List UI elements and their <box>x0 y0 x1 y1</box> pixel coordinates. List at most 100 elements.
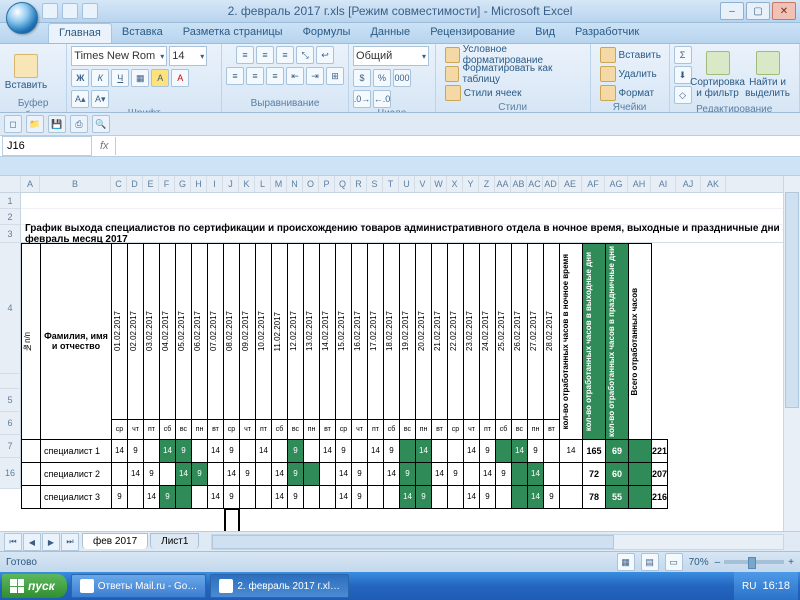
start-button[interactable]: пуск <box>2 574 67 598</box>
col-header[interactable]: AH <box>628 176 651 192</box>
decrease-decimal-button[interactable]: ←.0 <box>373 90 391 108</box>
col-header[interactable]: R <box>351 176 367 192</box>
col-header[interactable]: L <box>255 176 271 192</box>
align-center-button[interactable]: ≡ <box>246 67 264 85</box>
delete-cells-button[interactable]: Удалить <box>595 65 662 83</box>
formula-input[interactable] <box>115 137 800 155</box>
column-headers[interactable]: ABCDEFGHIJKLMNOPQRSTUVWXYZAAABACADAEAFAG… <box>0 176 800 193</box>
sheet-tab[interactable]: фев 2017 <box>82 533 148 549</box>
minimize-button[interactable]: – <box>720 2 744 20</box>
col-header[interactable]: U <box>399 176 415 192</box>
italic-button[interactable]: К <box>91 69 109 87</box>
increase-font-button[interactable]: A▴ <box>71 90 89 108</box>
name-box[interactable]: J16 <box>2 136 92 156</box>
qat-save2-icon[interactable]: 💾 <box>48 115 66 133</box>
col-header[interactable]: AE <box>559 176 582 192</box>
close-button[interactable]: ✕ <box>772 2 796 20</box>
worksheet-area[interactable]: ABCDEFGHIJKLMNOPQRSTUVWXYZAAABACADAEAFAG… <box>0 175 800 532</box>
horizontal-scrollbar[interactable] <box>211 534 784 550</box>
qat-undo-icon[interactable] <box>62 3 78 19</box>
col-header[interactable]: Z <box>479 176 495 192</box>
qat-preview-icon[interactable]: 🔍 <box>92 115 110 133</box>
col-header[interactable]: AK <box>701 176 726 192</box>
row-header[interactable]: 7 <box>0 435 21 458</box>
col-header[interactable]: AF <box>582 176 605 192</box>
increase-indent-button[interactable]: ⇥ <box>306 67 324 85</box>
percent-button[interactable]: % <box>373 69 391 87</box>
sheet-nav-last-icon[interactable]: ⏭ <box>61 533 79 551</box>
col-header[interactable]: E <box>143 176 159 192</box>
find-select-button[interactable]: Найти и выделить <box>744 50 792 100</box>
col-header[interactable]: AB <box>511 176 527 192</box>
align-right-button[interactable]: ≡ <box>266 67 284 85</box>
view-layout-icon[interactable]: ▤ <box>641 553 659 571</box>
insert-cells-button[interactable]: Вставить <box>595 46 666 64</box>
col-header[interactable]: O <box>303 176 319 192</box>
fx-label[interactable]: fx <box>94 140 115 152</box>
col-header[interactable]: N <box>287 176 303 192</box>
row-header[interactable]: 4 <box>0 243 21 374</box>
tray-clock[interactable]: 16:18 <box>762 580 790 592</box>
sheet-nav-first-icon[interactable]: ⏮ <box>4 533 22 551</box>
fill-color-button[interactable]: A <box>151 69 169 87</box>
col-header[interactable]: K <box>239 176 255 192</box>
autosum-button[interactable]: Σ <box>674 46 692 64</box>
qat-new-icon[interactable]: ◻ <box>4 115 22 133</box>
col-header[interactable]: I <box>207 176 223 192</box>
sheet-nav[interactable]: ⏮ ◀ ▶ ⏭ <box>4 533 80 551</box>
decrease-indent-button[interactable]: ⇤ <box>286 67 304 85</box>
col-header[interactable]: D <box>127 176 143 192</box>
qat-open-icon[interactable]: 📁 <box>26 115 44 133</box>
tray-lang[interactable]: RU <box>742 581 756 592</box>
increase-decimal-button[interactable]: .0→ <box>353 90 371 108</box>
col-header[interactable]: P <box>319 176 335 192</box>
row-header[interactable]: 5 <box>0 389 21 412</box>
col-header[interactable]: C <box>111 176 127 192</box>
tab-Разметка страницы[interactable]: Разметка страницы <box>173 23 293 43</box>
align-middle-button[interactable]: ≡ <box>256 46 274 64</box>
maximize-button[interactable]: ▢ <box>746 2 770 20</box>
col-header[interactable]: B <box>40 176 111 192</box>
tab-Рецензирование[interactable]: Рецензирование <box>420 23 525 43</box>
office-button[interactable] <box>6 2 38 34</box>
decrease-font-button[interactable]: A▾ <box>91 90 109 108</box>
col-header[interactable]: AJ <box>676 176 701 192</box>
col-header[interactable]: W <box>431 176 447 192</box>
font-size-combo[interactable]: 14▾ <box>169 46 207 66</box>
hscroll-thumb[interactable] <box>212 535 613 549</box>
merge-button[interactable]: ⊞ <box>326 67 344 85</box>
qat-redo-icon[interactable] <box>82 3 98 19</box>
fill-button[interactable]: ⬇ <box>674 66 692 84</box>
col-header[interactable]: J <box>223 176 239 192</box>
tab-Главная[interactable]: Главная <box>48 23 112 43</box>
format-cells-button[interactable]: Формат <box>595 84 660 102</box>
col-header[interactable]: S <box>367 176 383 192</box>
border-button[interactable]: ▦ <box>131 69 149 87</box>
tab-Разработчик[interactable]: Разработчик <box>565 23 649 43</box>
col-header[interactable]: H <box>191 176 207 192</box>
row-header[interactable]: 2 <box>0 209 21 225</box>
col-header[interactable]: AG <box>605 176 628 192</box>
vertical-scrollbar[interactable] <box>783 176 800 532</box>
font-color-button[interactable]: A <box>171 69 189 87</box>
taskbar-task[interactable]: Ответы Mail.ru - Go… <box>71 574 207 598</box>
qat-print-icon[interactable]: ⎙ <box>70 115 88 133</box>
taskbar-task[interactable]: 2. февраль 2017 г.xl… <box>210 574 349 598</box>
sort-filter-button[interactable]: Сортировка и фильтр <box>694 50 742 100</box>
view-normal-icon[interactable]: ▦ <box>617 553 635 571</box>
align-bottom-button[interactable]: ≡ <box>276 46 294 64</box>
row-header[interactable]: 16 <box>0 458 21 489</box>
underline-button[interactable]: Ч <box>111 69 129 87</box>
comma-button[interactable]: 000 <box>393 69 411 87</box>
currency-button[interactable]: $ <box>353 69 371 87</box>
tab-Вид[interactable]: Вид <box>525 23 565 43</box>
zoom-slider[interactable]: –+ <box>715 557 794 568</box>
col-header[interactable]: G <box>175 176 191 192</box>
qat-save-icon[interactable] <box>42 3 58 19</box>
sheet-nav-prev-icon[interactable]: ◀ <box>23 533 41 551</box>
cell-styles-button[interactable]: Стили ячеек <box>440 84 527 102</box>
col-header[interactable]: M <box>271 176 287 192</box>
col-header[interactable]: A <box>21 176 40 192</box>
col-header[interactable]: V <box>415 176 431 192</box>
row-header[interactable] <box>0 374 21 389</box>
